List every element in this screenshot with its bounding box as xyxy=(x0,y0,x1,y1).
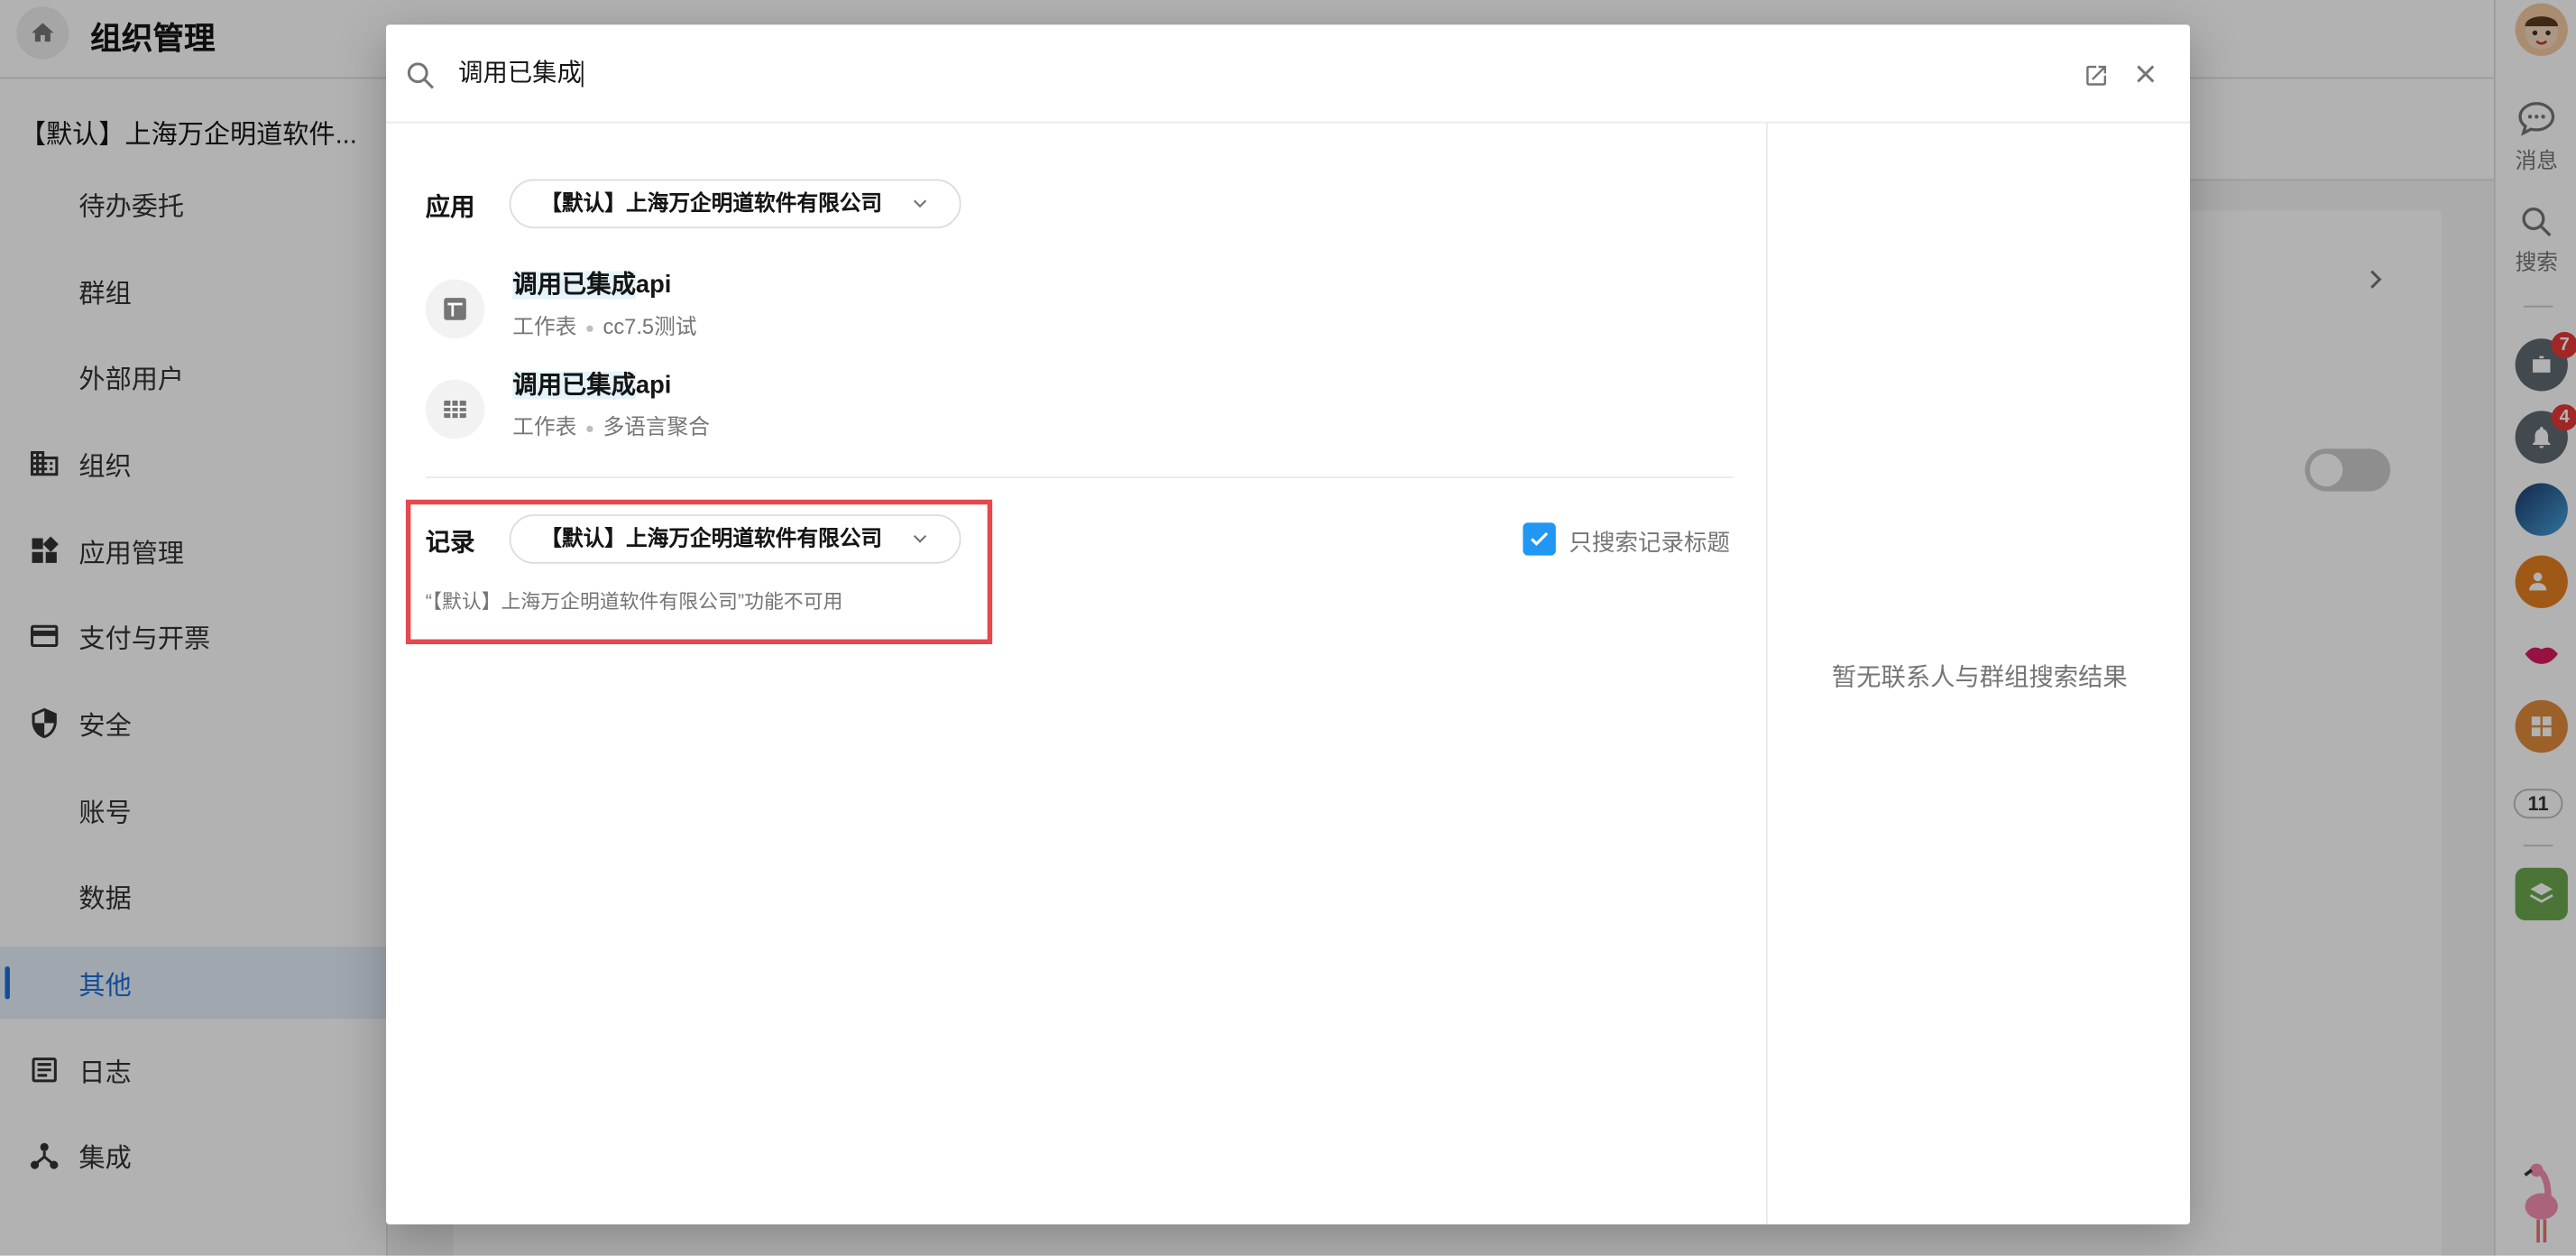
result-app: cc7.5测试 xyxy=(603,313,697,339)
results-panel: 应用 【默认】上海万企明道软件有限公司 调用已集成api 工作表 cc7.5测试 … xyxy=(386,124,1766,1224)
text-caret xyxy=(581,60,584,88)
global-search-dialog: 调用已集成 应用 【默认】上海万企明道软件有限公司 调用已集成api 工作表 cc… xyxy=(386,24,2190,1224)
app-result-item[interactable]: 调用已集成api 工作表 多语言聚合 xyxy=(425,366,1707,458)
apps-section-label: 应用 xyxy=(425,193,475,222)
search-query: 调用已集成 xyxy=(458,59,582,88)
search-bar: 调用已集成 xyxy=(386,24,2190,124)
result-title-rest: api xyxy=(635,371,672,400)
records-scope-select[interactable]: 【默认】上海万企明道软件有限公司 xyxy=(509,514,961,564)
table-icon xyxy=(425,379,485,439)
feature-unavailable-message: “【默认】上海万企明道软件有限公司”功能不可用 xyxy=(425,589,843,614)
result-type: 工作表 xyxy=(512,414,577,439)
section-divider xyxy=(425,476,1734,479)
search-icon xyxy=(407,62,435,89)
records-section-label: 记录 xyxy=(425,529,475,558)
chevron-down-icon xyxy=(913,535,927,543)
title-only-checkbox[interactable] xyxy=(1523,522,1556,556)
result-title-highlight: 调用已集成 xyxy=(512,371,636,400)
result-title: 调用已集成api xyxy=(512,266,671,300)
result-type: 工作表 xyxy=(512,313,577,339)
separator-dot xyxy=(586,324,593,332)
search-input[interactable]: 调用已集成 xyxy=(458,54,584,88)
screen: 组织管理 【默认】上海万企明道软件... 待办委托 群组 外部用户 组织 应用管… xyxy=(0,0,2576,1256)
result-app: 多语言聚合 xyxy=(603,414,710,439)
contacts-empty-message: 暂无联系人与群组搜索结果 xyxy=(1831,663,2128,692)
apps-scope-value: 【默认】上海万企明道软件有限公司 xyxy=(540,190,883,216)
open-in-new-icon[interactable] xyxy=(2084,62,2110,88)
result-meta: 工作表 cc7.5测试 xyxy=(512,309,696,340)
app-result-item[interactable]: 调用已集成api 工作表 cc7.5测试 xyxy=(425,266,1707,358)
result-title: 调用已集成api xyxy=(512,366,671,401)
title-only-label[interactable]: 只搜索记录标题 xyxy=(1569,526,1730,559)
result-title-highlight: 调用已集成 xyxy=(512,271,636,300)
close-icon[interactable] xyxy=(2132,60,2158,87)
custom-sheet-icon xyxy=(425,279,485,339)
check-icon xyxy=(1531,531,1549,546)
apps-scope-select[interactable]: 【默认】上海万企明道软件有限公司 xyxy=(509,179,961,229)
chevron-down-icon xyxy=(913,199,927,208)
contacts-panel: 暂无联系人与群组搜索结果 xyxy=(1766,123,2190,1224)
result-meta: 工作表 多语言聚合 xyxy=(512,410,710,441)
result-title-rest: api xyxy=(635,271,672,300)
separator-dot xyxy=(586,424,593,432)
records-scope-value: 【默认】上海万企明道软件有限公司 xyxy=(540,525,883,551)
